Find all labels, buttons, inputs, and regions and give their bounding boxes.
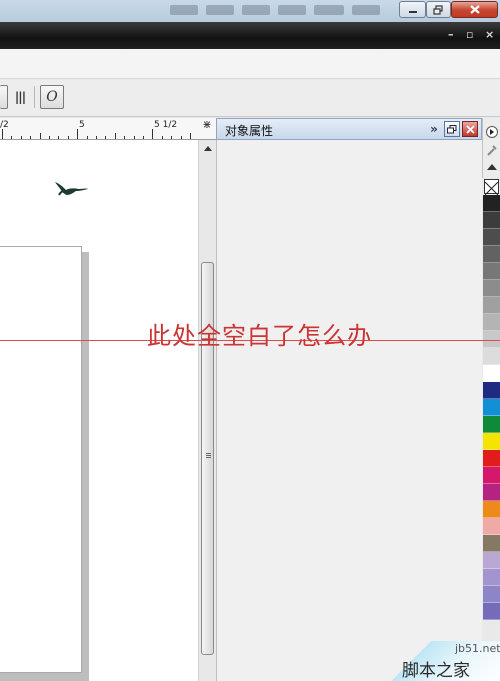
ruler-tick xyxy=(181,136,182,139)
color-swatch[interactable] xyxy=(483,212,500,229)
ruler-tick xyxy=(124,136,125,139)
mdi-minimize-button[interactable]: – xyxy=(448,28,454,41)
annotation-text: 此处全空白了怎么办 xyxy=(147,322,372,350)
vertical-scrollbar[interactable] xyxy=(198,140,216,681)
color-swatch[interactable] xyxy=(483,246,500,263)
color-swatch[interactable] xyxy=(483,603,500,620)
ruler-tick xyxy=(30,136,31,139)
docker-header: 对象属性 » xyxy=(216,118,482,140)
bird-graphic[interactable] xyxy=(52,178,90,200)
ruler-tick xyxy=(162,136,163,139)
ruler-tick xyxy=(68,136,69,139)
drawing-page[interactable] xyxy=(0,246,82,673)
ruler-tick xyxy=(87,136,88,139)
docker-close-button[interactable] xyxy=(462,121,478,137)
toolbar-button-partial[interactable] xyxy=(0,85,8,109)
scroll-up-button[interactable] xyxy=(199,140,216,156)
ruler-corner: ⋇ xyxy=(198,118,216,140)
palette-scroll-up-icon[interactable] xyxy=(487,164,497,170)
color-swatch[interactable] xyxy=(483,552,500,569)
color-swatch[interactable] xyxy=(483,263,500,280)
color-swatch[interactable] xyxy=(483,229,500,246)
ruler-tick xyxy=(58,136,59,139)
ruler-tick xyxy=(171,136,172,139)
color-swatch[interactable] xyxy=(483,365,500,382)
mdi-close-button[interactable]: × xyxy=(485,28,494,41)
toolbar: ||| O xyxy=(0,80,500,117)
object-properties-panel xyxy=(216,140,482,681)
color-swatch[interactable] xyxy=(483,314,500,331)
color-swatch[interactable] xyxy=(483,467,500,484)
color-swatch[interactable] xyxy=(483,586,500,603)
blurred-menu xyxy=(170,5,395,17)
app-menubar: – ▫ × xyxy=(0,22,500,49)
property-bar xyxy=(0,49,500,79)
text-tool-button[interactable]: O xyxy=(40,85,64,109)
ruler-tick xyxy=(190,133,191,139)
ruler-tick xyxy=(143,136,144,139)
color-swatch[interactable] xyxy=(483,297,500,314)
color-swatch[interactable] xyxy=(483,501,500,518)
color-swatch[interactable] xyxy=(483,569,500,586)
color-swatch[interactable] xyxy=(483,416,500,433)
columns-button[interactable]: ||| xyxy=(10,85,30,109)
mdi-restore-button[interactable]: ▫ xyxy=(466,28,473,41)
ruler-tick xyxy=(96,136,97,139)
watermark-name: 脚本之家 xyxy=(402,661,470,681)
color-swatch[interactable] xyxy=(483,535,500,552)
arrow-up-icon xyxy=(203,145,212,151)
ruler-label: 5 xyxy=(79,120,85,130)
docker-title: 对象属性 xyxy=(225,124,274,138)
no-color-icon xyxy=(484,181,499,196)
ruler-label: 5 1/2 xyxy=(154,120,178,130)
ruler-tick xyxy=(105,136,106,139)
close-icon xyxy=(469,5,480,14)
palette-controls xyxy=(482,118,500,178)
color-swatch[interactable] xyxy=(483,484,500,501)
minimize-button[interactable] xyxy=(399,1,426,18)
ruler-tick xyxy=(77,129,78,139)
close-button[interactable] xyxy=(451,1,498,18)
close-icon xyxy=(465,124,475,134)
app-window: – ▫ × ||| O /2 5 5 1/2 ⋇ 对象属性 » 此处全空白了怎么… xyxy=(0,0,500,681)
horizontal-ruler: /2 5 5 1/2 xyxy=(0,118,216,140)
ruler-tick xyxy=(152,129,153,139)
ruler-tick xyxy=(134,136,135,139)
docker-restore-button[interactable] xyxy=(444,121,460,137)
color-swatch[interactable] xyxy=(483,399,500,416)
toolbar-separator xyxy=(34,86,35,108)
color-swatch[interactable] xyxy=(483,433,500,450)
color-swatch[interactable] xyxy=(483,280,500,297)
no-color-swatch[interactable] xyxy=(484,179,499,196)
palette-flyout-icon[interactable] xyxy=(486,126,498,138)
restore-button[interactable] xyxy=(426,1,451,18)
ruler-tick xyxy=(2,129,3,139)
minimize-icon xyxy=(408,10,417,13)
ruler-tick xyxy=(11,136,12,139)
window-titlebar xyxy=(0,0,500,22)
color-swatch[interactable] xyxy=(483,450,500,467)
restore-icon xyxy=(433,4,443,15)
color-swatch[interactable] xyxy=(483,348,500,365)
color-swatch[interactable] xyxy=(483,195,500,212)
restore-icon xyxy=(447,124,457,133)
docker-expand-button[interactable]: » xyxy=(427,121,441,137)
color-swatch[interactable] xyxy=(483,518,500,535)
ruler-tick xyxy=(21,136,22,139)
eyedropper-icon[interactable] xyxy=(486,144,498,156)
color-palette xyxy=(483,178,500,681)
scrollbar-grip xyxy=(206,453,211,454)
color-swatch[interactable] xyxy=(483,382,500,399)
ruler-tick xyxy=(49,136,50,139)
ruler-tick xyxy=(115,133,116,139)
watermark-url: jb51.net xyxy=(455,642,500,655)
ruler-tick xyxy=(40,133,41,139)
